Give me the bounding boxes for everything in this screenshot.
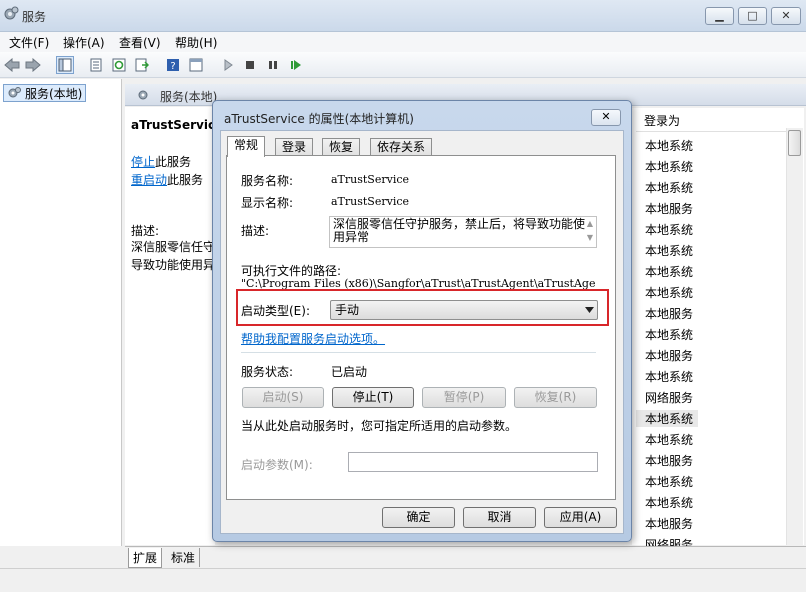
ok-button[interactable]: 确定	[382, 507, 455, 528]
service-row-logon[interactable]: 本地服务	[645, 452, 693, 469]
description-line-1: 深信服零信任守	[131, 240, 213, 254]
restart-service-line: 重启动此服务	[131, 173, 204, 187]
tab-recovery[interactable]: 恢复	[322, 138, 361, 156]
service-row-logon[interactable]: 本地系统	[645, 242, 693, 259]
stop-button[interactable]: 停止(T)	[332, 387, 414, 408]
tree-item-services-local[interactable]: 服务(本地)	[3, 84, 87, 102]
pause-service-icon[interactable]	[264, 56, 282, 74]
column-header-logon[interactable]: 登录为	[636, 110, 786, 132]
service-row-logon[interactable]: 本地系统	[645, 431, 693, 448]
service-row-logon[interactable]: 本地系统	[645, 368, 693, 385]
scrollbar-thumb[interactable]	[788, 130, 801, 156]
maximize-button[interactable]: □	[738, 7, 767, 25]
tab-logon[interactable]: 登录	[275, 138, 314, 156]
service-row-logon[interactable]: 本地系统	[645, 326, 693, 343]
menu-action[interactable]: 操作(A)	[63, 34, 105, 51]
pause-button[interactable]: 暂停(P)	[422, 387, 506, 408]
description-textbox[interactable]: 深信服零信任守护服务，禁止后，将导致功能使用异常	[329, 216, 597, 248]
service-row-logon[interactable]: 本地服务	[645, 515, 693, 532]
resume-button[interactable]: 恢复(R)	[514, 387, 597, 408]
vertical-scrollbar[interactable]	[786, 128, 803, 545]
display-name-value: aTrustService	[331, 195, 410, 208]
minimize-button[interactable]: ▁	[705, 7, 734, 25]
services-gear-icon	[4, 6, 19, 20]
selected-service-name: aTrustService	[131, 118, 224, 132]
services-header-title: 服务(本地)	[160, 90, 218, 104]
startup-type-select[interactable]: 手动	[330, 300, 598, 320]
services-gear-icon	[138, 90, 148, 100]
svg-text:?: ?	[170, 61, 175, 72]
view-tabs	[125, 546, 806, 568]
start-button[interactable]: 启动(S)	[242, 387, 324, 408]
description-label: 描述:	[131, 224, 160, 238]
service-row-logon[interactable]: 本地服务	[645, 305, 693, 322]
service-row-logon[interactable]: 本地系统	[645, 221, 693, 238]
separator	[241, 352, 596, 353]
forward-arrow-icon[interactable]	[24, 56, 42, 74]
window-titlebar	[0, 0, 806, 32]
restart-service-icon[interactable]	[287, 56, 305, 74]
service-row-logon[interactable]: 本地系统	[645, 494, 693, 511]
startup-type-label: 启动类型(E):	[241, 304, 310, 318]
status-bar	[0, 568, 806, 592]
service-row-logon[interactable]: 本地系统	[645, 179, 693, 196]
dialog-close-button[interactable]: ✕	[591, 109, 621, 126]
tree-item-label: 服务(本地)	[25, 86, 83, 101]
description-line-2: 导致功能使用异	[131, 258, 213, 272]
tab-general[interactable]: 常规	[227, 136, 266, 157]
service-name-label: 服务名称:	[241, 174, 294, 188]
display-name-label: 显示名称:	[241, 196, 294, 210]
description-scroll-arrows-icon[interactable]: ▲ ▼	[584, 217, 596, 247]
apply-button[interactable]: 应用(A)	[544, 507, 617, 528]
service-row-logon[interactable]: 本地系统	[645, 137, 693, 154]
help-icon[interactable]: ?	[164, 56, 182, 74]
restart-service-link[interactable]: 重启动	[131, 173, 167, 187]
service-row-logon[interactable]: 本地系统	[645, 263, 693, 280]
service-status-value: 已启动	[331, 365, 368, 379]
service-row-logon[interactable]: 本地服务	[645, 347, 693, 364]
startup-type-value: 手动	[335, 303, 360, 317]
export-list-icon[interactable]	[133, 56, 151, 74]
menu-view[interactable]: 查看(V)	[119, 34, 161, 51]
refresh-icon[interactable]	[110, 56, 128, 74]
start-params-hint: 当从此处启动服务时，您可指定所适用的启动参数。	[241, 419, 518, 433]
service-row-logon[interactable]: 网络服务	[645, 389, 693, 406]
stop-service-link[interactable]: 停止	[131, 155, 155, 169]
service-row-logon[interactable]: 本地系统	[645, 158, 693, 175]
help-configure-link[interactable]: 帮助我配置服务启动选项。	[241, 330, 385, 347]
services-gear-icon	[8, 87, 21, 98]
console-view-icon[interactable]	[187, 56, 205, 74]
service-row-logon[interactable]: 本地系统	[645, 473, 693, 490]
start-params-label: 启动参数(M):	[241, 458, 313, 472]
service-row-logon[interactable]: 本地系统	[645, 284, 693, 301]
properties-sheet-icon[interactable]	[87, 56, 105, 74]
start-params-input[interactable]	[348, 452, 598, 472]
description-text: 深信服零信任守护服务，禁止后，将导致功能使用异常	[333, 217, 586, 244]
show-tree-icon[interactable]	[56, 56, 74, 74]
menu-help[interactable]: 帮助(H)	[175, 34, 217, 51]
desc-label: 描述:	[241, 224, 270, 238]
back-arrow-icon[interactable]	[3, 56, 21, 74]
menu-file[interactable]: 文件(F)	[9, 34, 49, 51]
dialog-title: aTrustService 的属性(本地计算机)	[224, 112, 414, 126]
service-row-logon[interactable]: 本地系统	[636, 410, 698, 427]
stop-service-icon[interactable]	[241, 56, 259, 74]
console-tree	[0, 79, 122, 546]
tab-extended[interactable]: 扩展	[128, 548, 163, 568]
close-button[interactable]: ✕	[771, 7, 801, 25]
service-name-value: aTrustService	[331, 173, 410, 186]
tab-dependencies[interactable]: 依存关系	[370, 138, 433, 156]
service-status-label: 服务状态:	[241, 365, 294, 379]
tab-standard[interactable]: 标准	[167, 548, 201, 567]
chevron-down-icon	[585, 307, 594, 313]
window-title: 服务	[22, 10, 47, 24]
cancel-button[interactable]: 取消	[463, 507, 536, 528]
service-row-logon[interactable]: 本地服务	[645, 200, 693, 217]
stop-service-line: 停止此服务	[131, 155, 192, 169]
start-service-icon[interactable]	[219, 56, 237, 74]
